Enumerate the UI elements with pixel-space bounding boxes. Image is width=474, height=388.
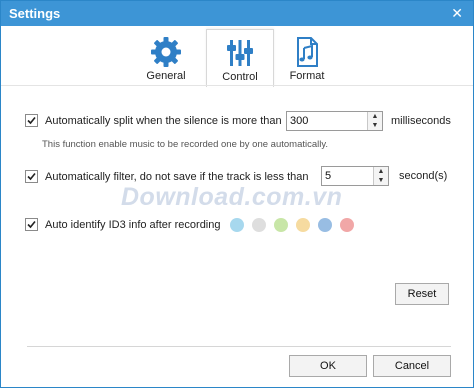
- settings-window: Settings ✕ General Control Format Automa…: [0, 0, 474, 388]
- color-dot: [252, 218, 266, 232]
- tab-format[interactable]: Format: [274, 29, 340, 86]
- tab-divider: [1, 85, 473, 86]
- color-dot: [230, 218, 244, 232]
- milliseconds-unit: milliseconds: [391, 115, 451, 127]
- close-icon[interactable]: ✕: [451, 5, 463, 21]
- sliders-icon: [224, 37, 256, 74]
- tab-control-label: Control: [222, 71, 258, 83]
- min-seconds-down-button[interactable]: ▼: [374, 176, 388, 185]
- silence-ms-stepper[interactable]: ▲ ▼: [286, 111, 383, 131]
- watermark-logo: Download.com.vn: [121, 183, 343, 211]
- title-bar: Settings ✕: [1, 1, 473, 26]
- seconds-unit: second(s): [399, 170, 448, 182]
- split-label: Automatically split when the silence is …: [45, 114, 282, 127]
- color-dot: [340, 218, 354, 232]
- tab-control[interactable]: Control: [206, 29, 274, 87]
- tab-bar: General Control Format: [1, 26, 473, 87]
- filter-checkbox[interactable]: [25, 170, 38, 183]
- gear-icon: [150, 36, 182, 73]
- tab-format-label: Format: [289, 70, 325, 82]
- footer-divider: [27, 346, 451, 347]
- cancel-button[interactable]: Cancel: [373, 355, 451, 377]
- id3-checkbox[interactable]: [25, 218, 38, 231]
- color-dot: [296, 218, 310, 232]
- filter-label: Automatically filter, do not save if the…: [45, 170, 309, 183]
- color-dots: [230, 218, 354, 232]
- split-option: Automatically split when the silence is …: [25, 114, 282, 127]
- reset-button[interactable]: Reset: [395, 283, 449, 305]
- split-note: This function enable music to be recorde…: [42, 139, 329, 150]
- min-seconds-input[interactable]: [325, 169, 370, 183]
- filter-option: Automatically filter, do not save if the…: [25, 170, 309, 183]
- music-file-icon: [291, 36, 323, 73]
- ok-button[interactable]: OK: [289, 355, 367, 377]
- color-dot: [318, 218, 332, 232]
- tab-general[interactable]: General: [133, 29, 199, 86]
- silence-ms-down-button[interactable]: ▼: [368, 121, 382, 130]
- id3-option: Auto identify ID3 info after recording: [25, 218, 220, 231]
- color-dot: [274, 218, 288, 232]
- id3-label: Auto identify ID3 info after recording: [45, 218, 221, 231]
- window-title: Settings: [9, 6, 61, 21]
- silence-ms-input[interactable]: [290, 114, 360, 128]
- tab-general-label: General: [146, 70, 186, 82]
- split-checkbox[interactable]: [25, 114, 38, 127]
